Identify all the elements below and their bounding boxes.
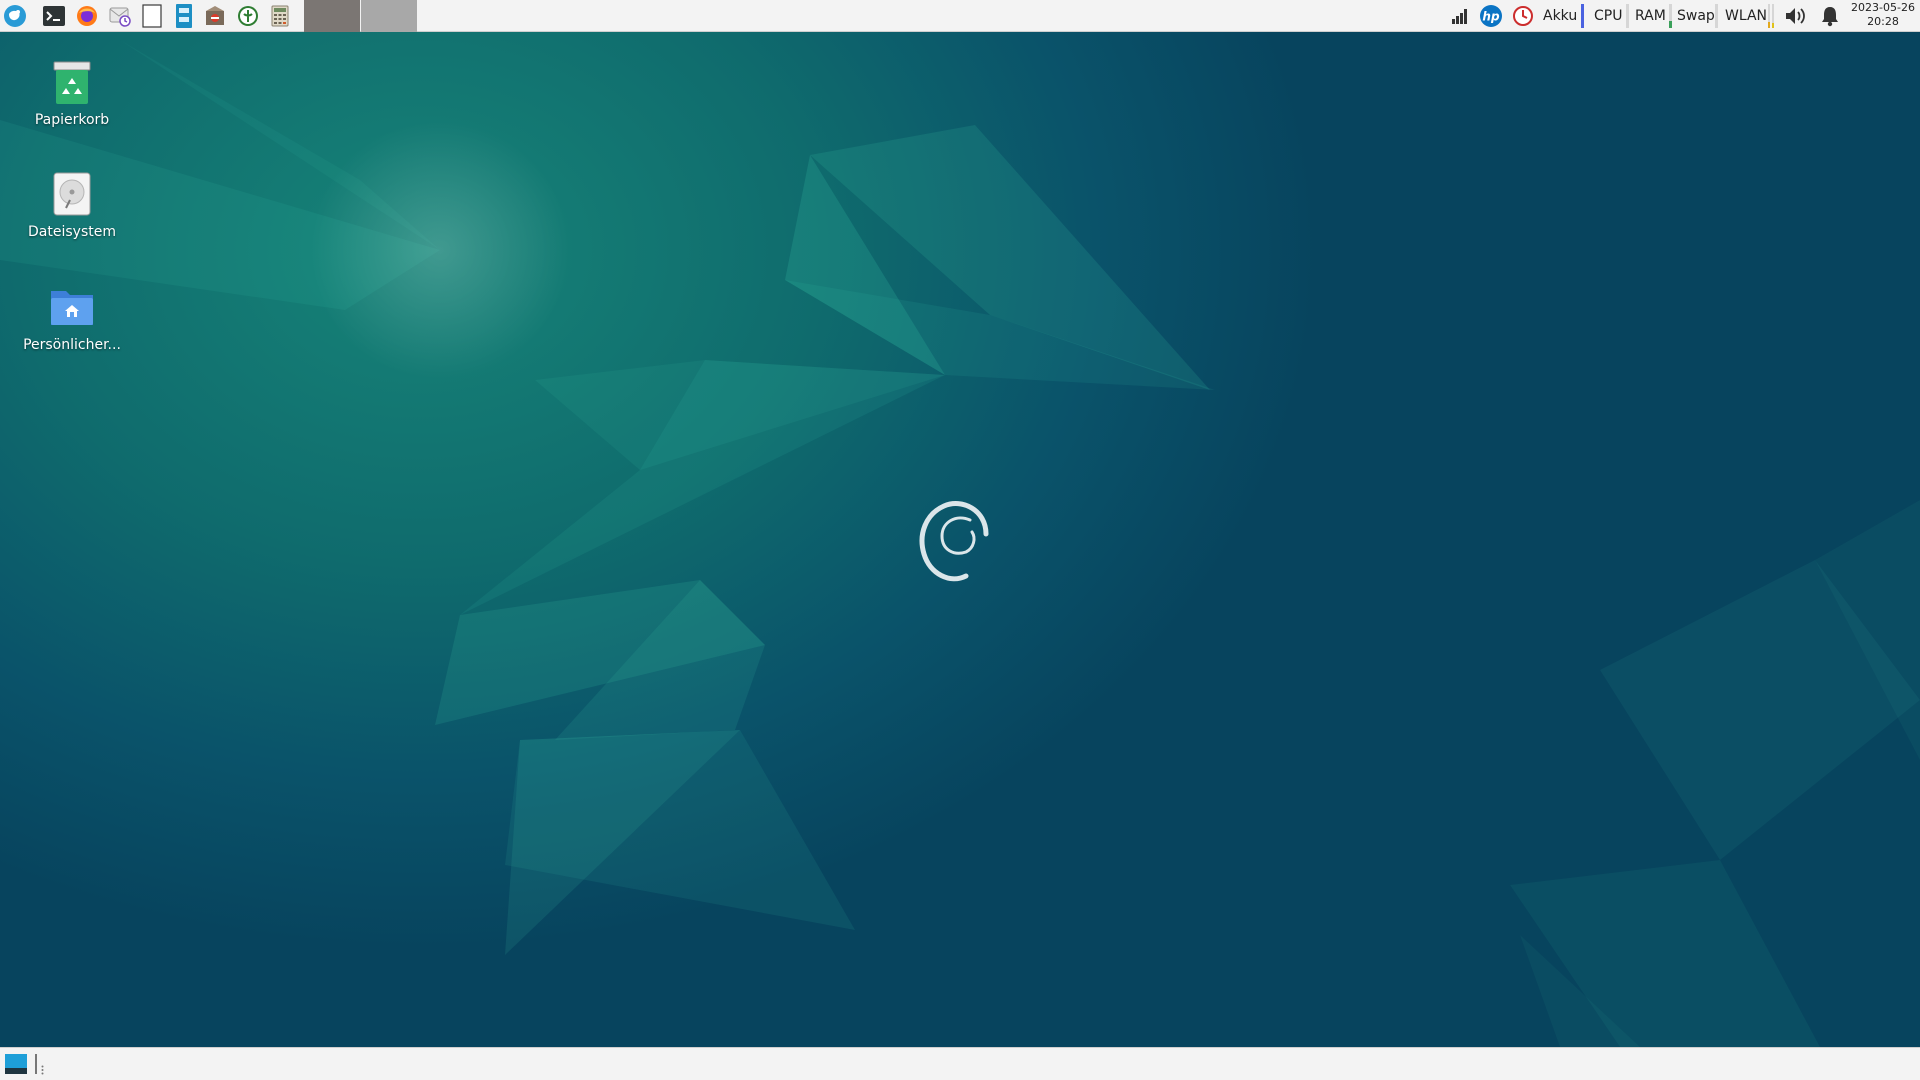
show-desktop-icon[interactable] [5,1054,27,1074]
battery-label[interactable]: Akku [1543,0,1577,32]
desktop-icon-filesystem[interactable]: Dateisystem [17,170,127,240]
bottom-panel [0,1047,1920,1080]
notification-bell-icon[interactable] [1817,3,1843,29]
battery-bar [1581,4,1584,28]
desktop-screen: hp Akku CPU RAM Swap WLAN 2023-05-26 20:… [0,0,1920,1080]
svg-text:hp: hp [1482,10,1500,24]
wlan-bar-up [1772,4,1774,28]
trash-icon [48,58,96,106]
text-editor-icon[interactable] [139,3,165,29]
desktop-icon-home[interactable]: Persönlicher... [17,283,127,353]
package-manager-icon[interactable] [202,3,228,29]
workspace-1-button[interactable] [304,0,360,32]
network-signal-icon[interactable] [1447,3,1473,29]
cpu-bar [1626,4,1629,28]
panel-separator [35,1054,37,1074]
cpu-label[interactable]: CPU [1594,0,1622,32]
hp-printer-icon[interactable]: hp [1478,3,1504,29]
swap-bar [1715,4,1718,28]
clock-time: 20:28 [1867,15,1899,28]
firefox-icon[interactable] [74,3,100,29]
desktop-icon-trash[interactable]: Papierkorb [17,58,127,128]
desktop-icon-label: Persönlicher... [23,337,121,353]
calculator-icon[interactable] [267,3,293,29]
ram-label[interactable]: RAM [1635,0,1666,32]
desktop-icon-label: Papierkorb [34,112,110,128]
desktop-icon-label: Dateisystem [28,224,116,240]
workspace-2-button[interactable] [361,0,417,32]
panel-handle[interactable] [41,1060,44,1075]
desktop-wallpaper [0,0,1920,1080]
mail-reader-icon[interactable] [107,3,133,29]
swap-label[interactable]: Swap [1677,0,1715,32]
clock[interactable]: 2023-05-26 20:28 [1848,1,1918,29]
volume-icon[interactable] [1783,3,1809,29]
wallpaper-shapes [0,40,1920,1047]
top-panel: hp Akku CPU RAM Swap WLAN 2023-05-26 20:… [0,0,1920,32]
ram-bar [1669,4,1672,28]
app-finder-icon[interactable] [235,3,261,29]
clock-timer-icon[interactable] [1510,3,1536,29]
debian-logo [919,501,989,582]
terminal-icon[interactable] [41,3,67,29]
wlan-bar-down [1768,4,1770,28]
clock-date: 2023-05-26 [1851,1,1915,14]
wlan-label[interactable]: WLAN [1725,0,1767,32]
home-folder-icon [48,283,96,331]
file-manager-icon[interactable] [171,3,197,29]
whisker-menu-icon[interactable] [2,3,28,29]
filesystem-icon [48,170,96,218]
